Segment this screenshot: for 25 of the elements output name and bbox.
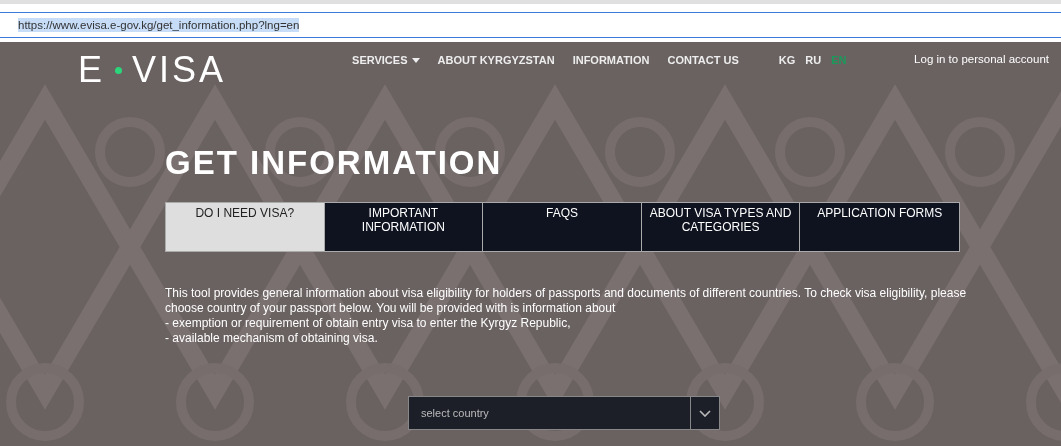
country-select[interactable]: select country [408, 396, 690, 430]
intro-text: - available mechanism of obtaining visa. [165, 331, 379, 346]
nav-link[interactable]: ABOUT KYRGYZSTAN [437, 54, 555, 66]
tab[interactable]: ABOUT VISA TYPES AND CATEGORIES [641, 203, 801, 251]
login-link[interactable]: Log in to personal account [914, 53, 1049, 65]
language-link[interactable]: KG [778, 54, 796, 66]
page-title: GET INFORMATION [165, 144, 504, 182]
address-bar[interactable]: https://www.evisa.e-gov.kg/get_information.php?lng=en [0, 12, 1061, 38]
tab[interactable]: DO I NEED VISA? [166, 203, 325, 251]
intro-text: This tool provides general information about visa eligibility for holders of passports and documents of different countries. To check visa eligibility, please choose country of your passport below. You will be provided with is information about [165, 286, 968, 316]
logo-text: E [78, 49, 105, 91]
chevron-icon [699, 409, 711, 417]
url-text: https://www.evisa.e-gov.kg/get_information.php?lng=en [18, 18, 300, 32]
tab[interactable]: IMPORTANT INFORMATION [324, 203, 484, 251]
nav-link[interactable]: CONTACT US [667, 54, 739, 66]
language-link[interactable]: RU [805, 54, 822, 66]
nav-link[interactable]: INFORMATION [572, 54, 650, 66]
tab[interactable]: FAQS [483, 203, 642, 251]
tab[interactable]: APPLICATION FORMS [800, 203, 959, 251]
logo-text: VISA [132, 49, 227, 91]
nav-link[interactable]: SERVICES [352, 54, 420, 66]
dot-icon [115, 66, 122, 74]
caret-icon [411, 57, 420, 63]
intro-text: - exemption or requirement of obtain entry visa to enter the Kyrgyz Republic, [165, 316, 572, 331]
dropdown-button[interactable] [690, 396, 720, 430]
